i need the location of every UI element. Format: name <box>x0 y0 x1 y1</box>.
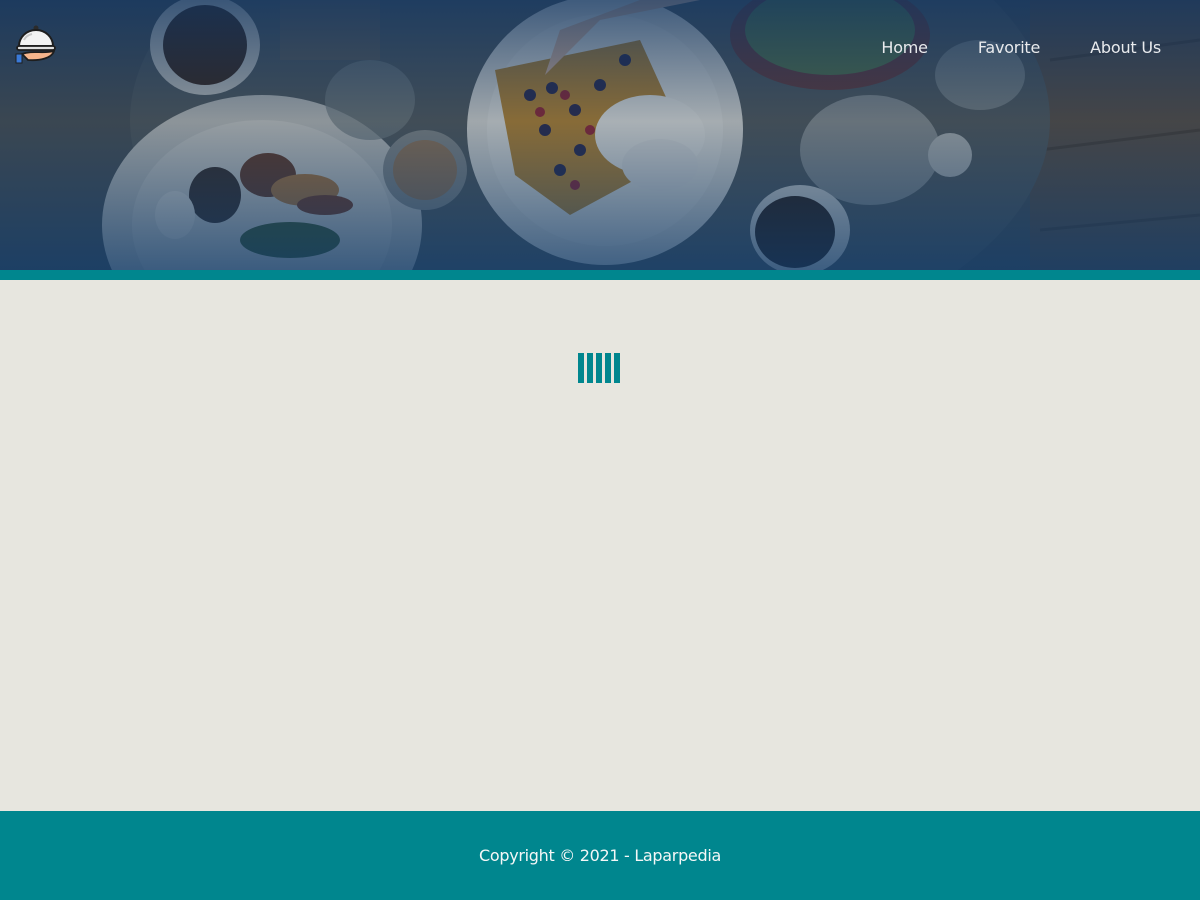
loader-bar <box>605 353 611 383</box>
hero-header: Home Favorite About Us <box>0 0 1200 270</box>
logo-serving-cloche-icon[interactable] <box>14 24 58 66</box>
loader-bar <box>587 353 593 383</box>
nav-menu: Home Favorite About Us <box>881 38 1161 57</box>
footer: Copyright © 2021 - Laparpedia <box>0 811 1200 900</box>
loader-bar <box>596 353 602 383</box>
nav-link-about-us[interactable]: About Us <box>1090 38 1161 57</box>
header-accent-strip <box>0 270 1200 280</box>
nav-link-favorite[interactable]: Favorite <box>978 38 1041 57</box>
loader-bar <box>578 353 584 383</box>
loader-bar <box>614 353 620 383</box>
nav-link-home[interactable]: Home <box>881 38 928 57</box>
main-content <box>0 280 1200 811</box>
top-navbar: Home Favorite About Us <box>0 0 1200 96</box>
copyright-text: Copyright © 2021 - Laparpedia <box>479 846 721 865</box>
loading-bars-icon <box>578 353 620 383</box>
